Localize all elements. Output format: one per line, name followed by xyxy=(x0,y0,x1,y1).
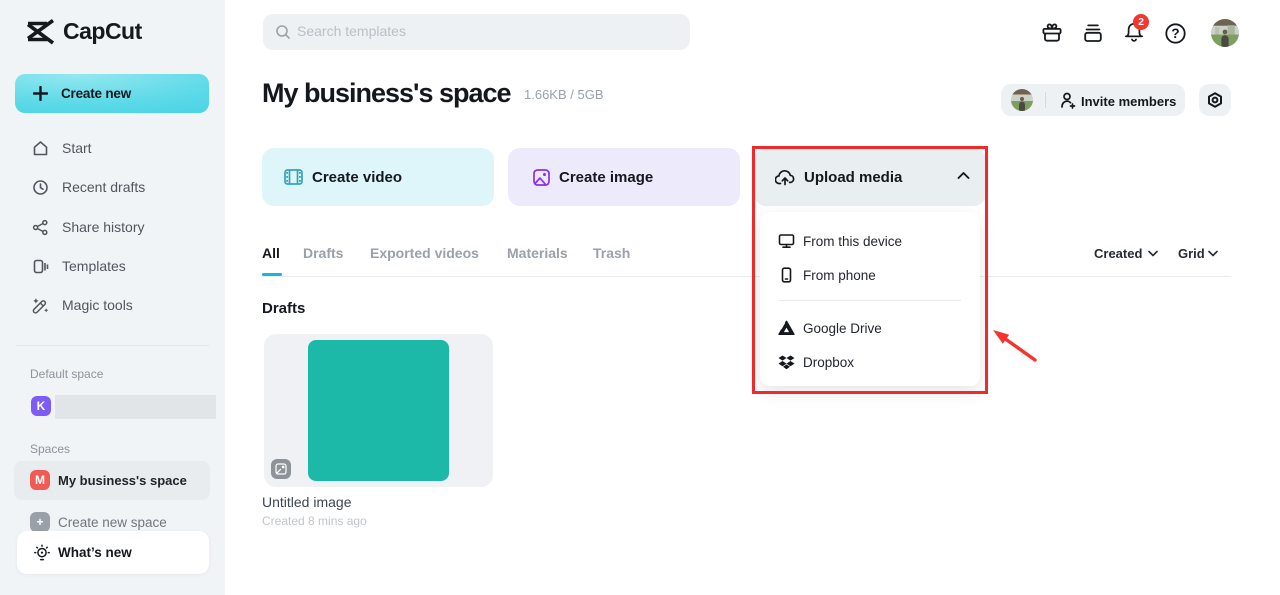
svg-text:?: ? xyxy=(1171,26,1179,41)
